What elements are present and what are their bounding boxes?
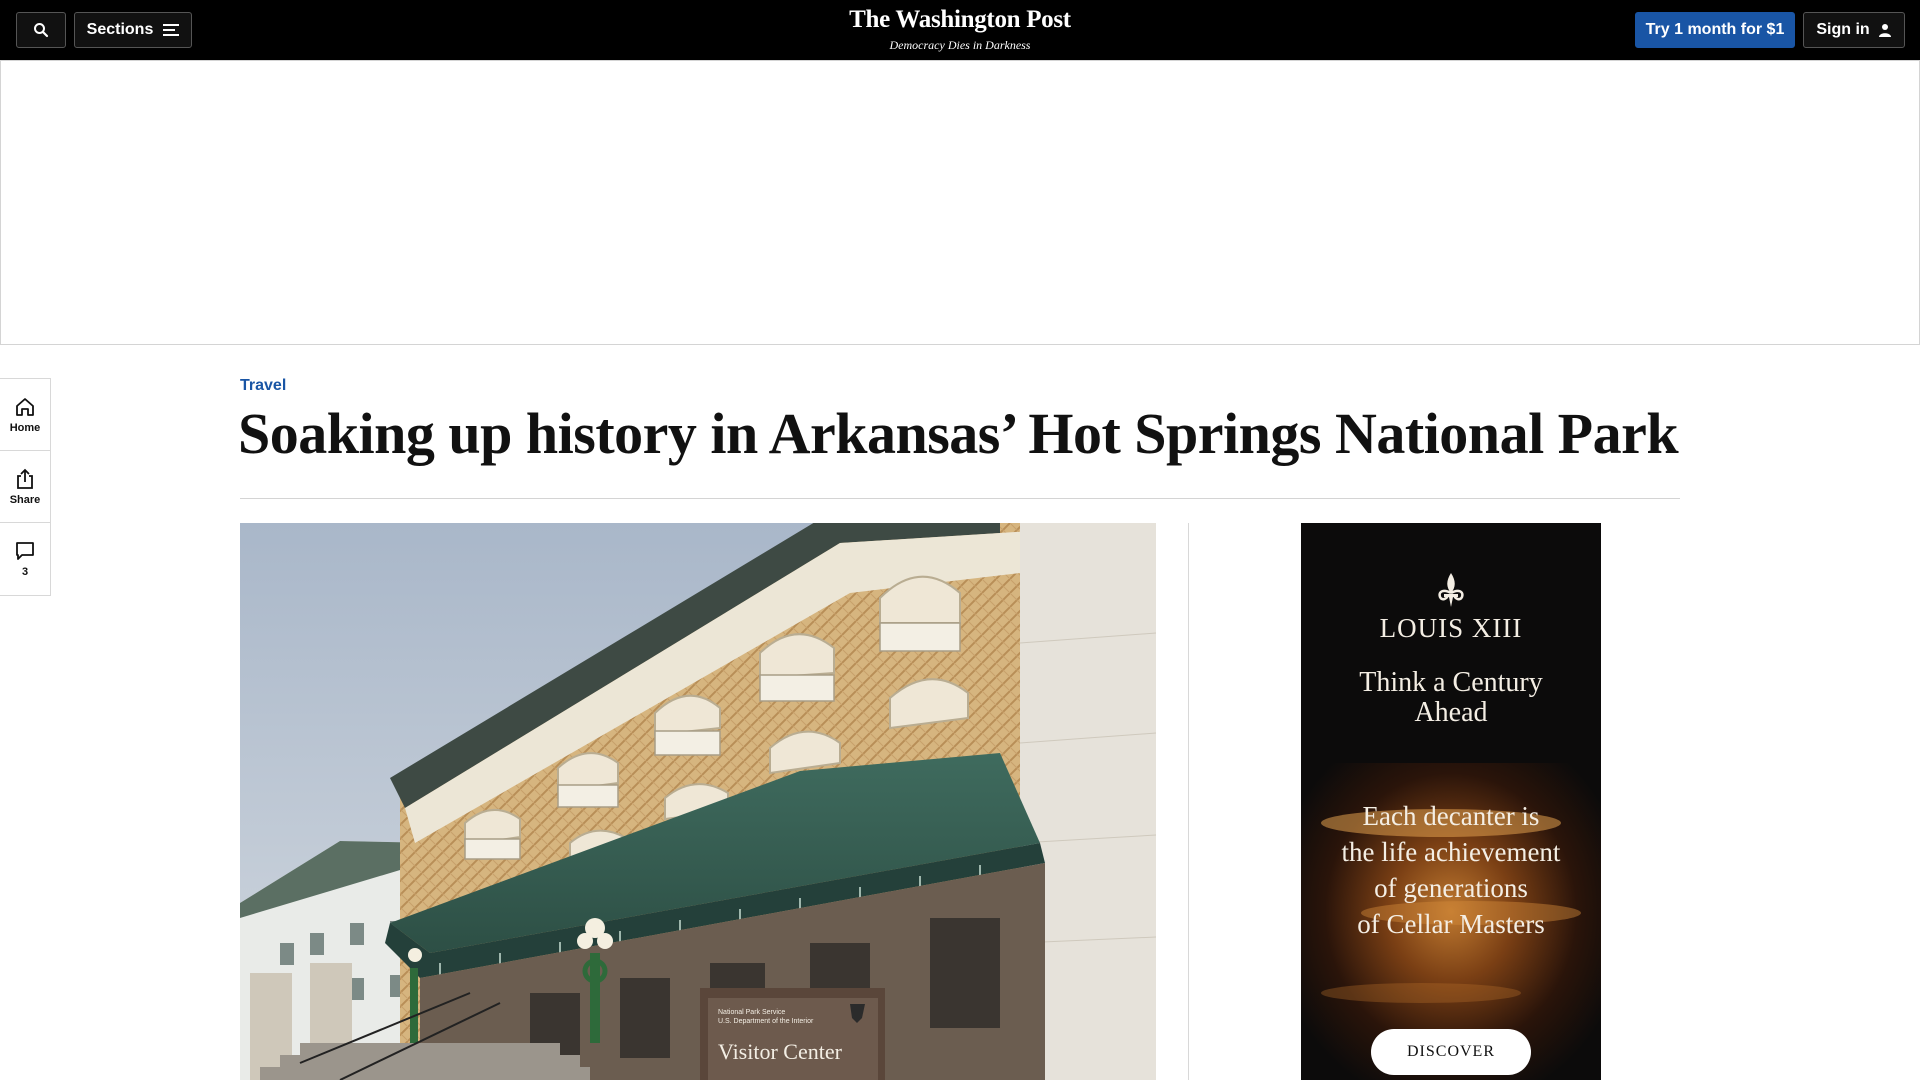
- ad-body-line: the life achievement: [1341, 837, 1561, 867]
- search-icon: [34, 23, 49, 38]
- top-navigation-bar: Sections The Washington Post Democracy D…: [0, 0, 1920, 60]
- subscribe-button[interactable]: Try 1 month for $1: [1635, 12, 1795, 48]
- sign-department-text: U.S. Department of the Interior: [718, 1018, 814, 1025]
- headline-divider: [240, 498, 1680, 499]
- user-icon: [1878, 24, 1891, 37]
- visitor-center-photo: National Park Service U.S. Department of…: [240, 523, 1156, 1080]
- article-headline: Soaking up history in Arkansas’ Hot Spri…: [238, 401, 1679, 466]
- share-icon: [17, 468, 33, 489]
- site-logo[interactable]: The Washington Post Democracy Dies in Da…: [760, 5, 1160, 53]
- column-divider: [1188, 523, 1189, 1080]
- article-hero-image: National Park Service U.S. Department of…: [240, 523, 1156, 1080]
- side-advertisement[interactable]: LOUIS XIII Think a Century Ahead Each de…: [1301, 523, 1601, 1080]
- fleur-de-lis-icon: [1438, 573, 1464, 607]
- ad-body-line: Each decanter is: [1362, 801, 1540, 831]
- sections-label: Sections: [86, 21, 154, 38]
- menu-icon: [163, 24, 180, 36]
- rail-comments-button[interactable]: 3: [0, 523, 50, 595]
- home-icon: [16, 397, 34, 416]
- sign-agency-text: National Park Service: [718, 1009, 785, 1016]
- rail-home-label: Home: [9, 421, 41, 434]
- top-ad-banner: [0, 60, 1920, 345]
- logo-tagline: Democracy Dies in Darkness: [889, 38, 1031, 52]
- ad-body-line: of Cellar Masters: [1357, 909, 1545, 939]
- rail-share-button[interactable]: Share: [0, 451, 50, 523]
- rail-comments-count: 3: [21, 566, 29, 578]
- ad-body-copy: Each decanter is the life achievement of…: [1321, 798, 1581, 942]
- sections-button[interactable]: Sections: [74, 12, 192, 48]
- sign-title-text: Visitor Center: [718, 1039, 843, 1064]
- ad-discover-button[interactable]: DISCOVER: [1371, 1029, 1531, 1075]
- logo-title: The Washington Post: [849, 6, 1071, 33]
- rail-home-button[interactable]: Home: [0, 379, 50, 451]
- left-rail: Home Share 3: [0, 378, 51, 596]
- sign-in-label: Sign in: [1816, 21, 1870, 38]
- ad-body-line: of generations: [1374, 873, 1528, 903]
- search-button[interactable]: [16, 12, 66, 48]
- rail-share-label: Share: [9, 493, 41, 506]
- comment-icon: [16, 542, 34, 560]
- section-kicker-link[interactable]: Travel: [240, 377, 286, 395]
- sign-in-button[interactable]: Sign in: [1803, 12, 1905, 48]
- ad-tagline: Think a Century Ahead: [1359, 667, 1543, 728]
- ad-brand: LOUIS XIII: [1379, 613, 1523, 643]
